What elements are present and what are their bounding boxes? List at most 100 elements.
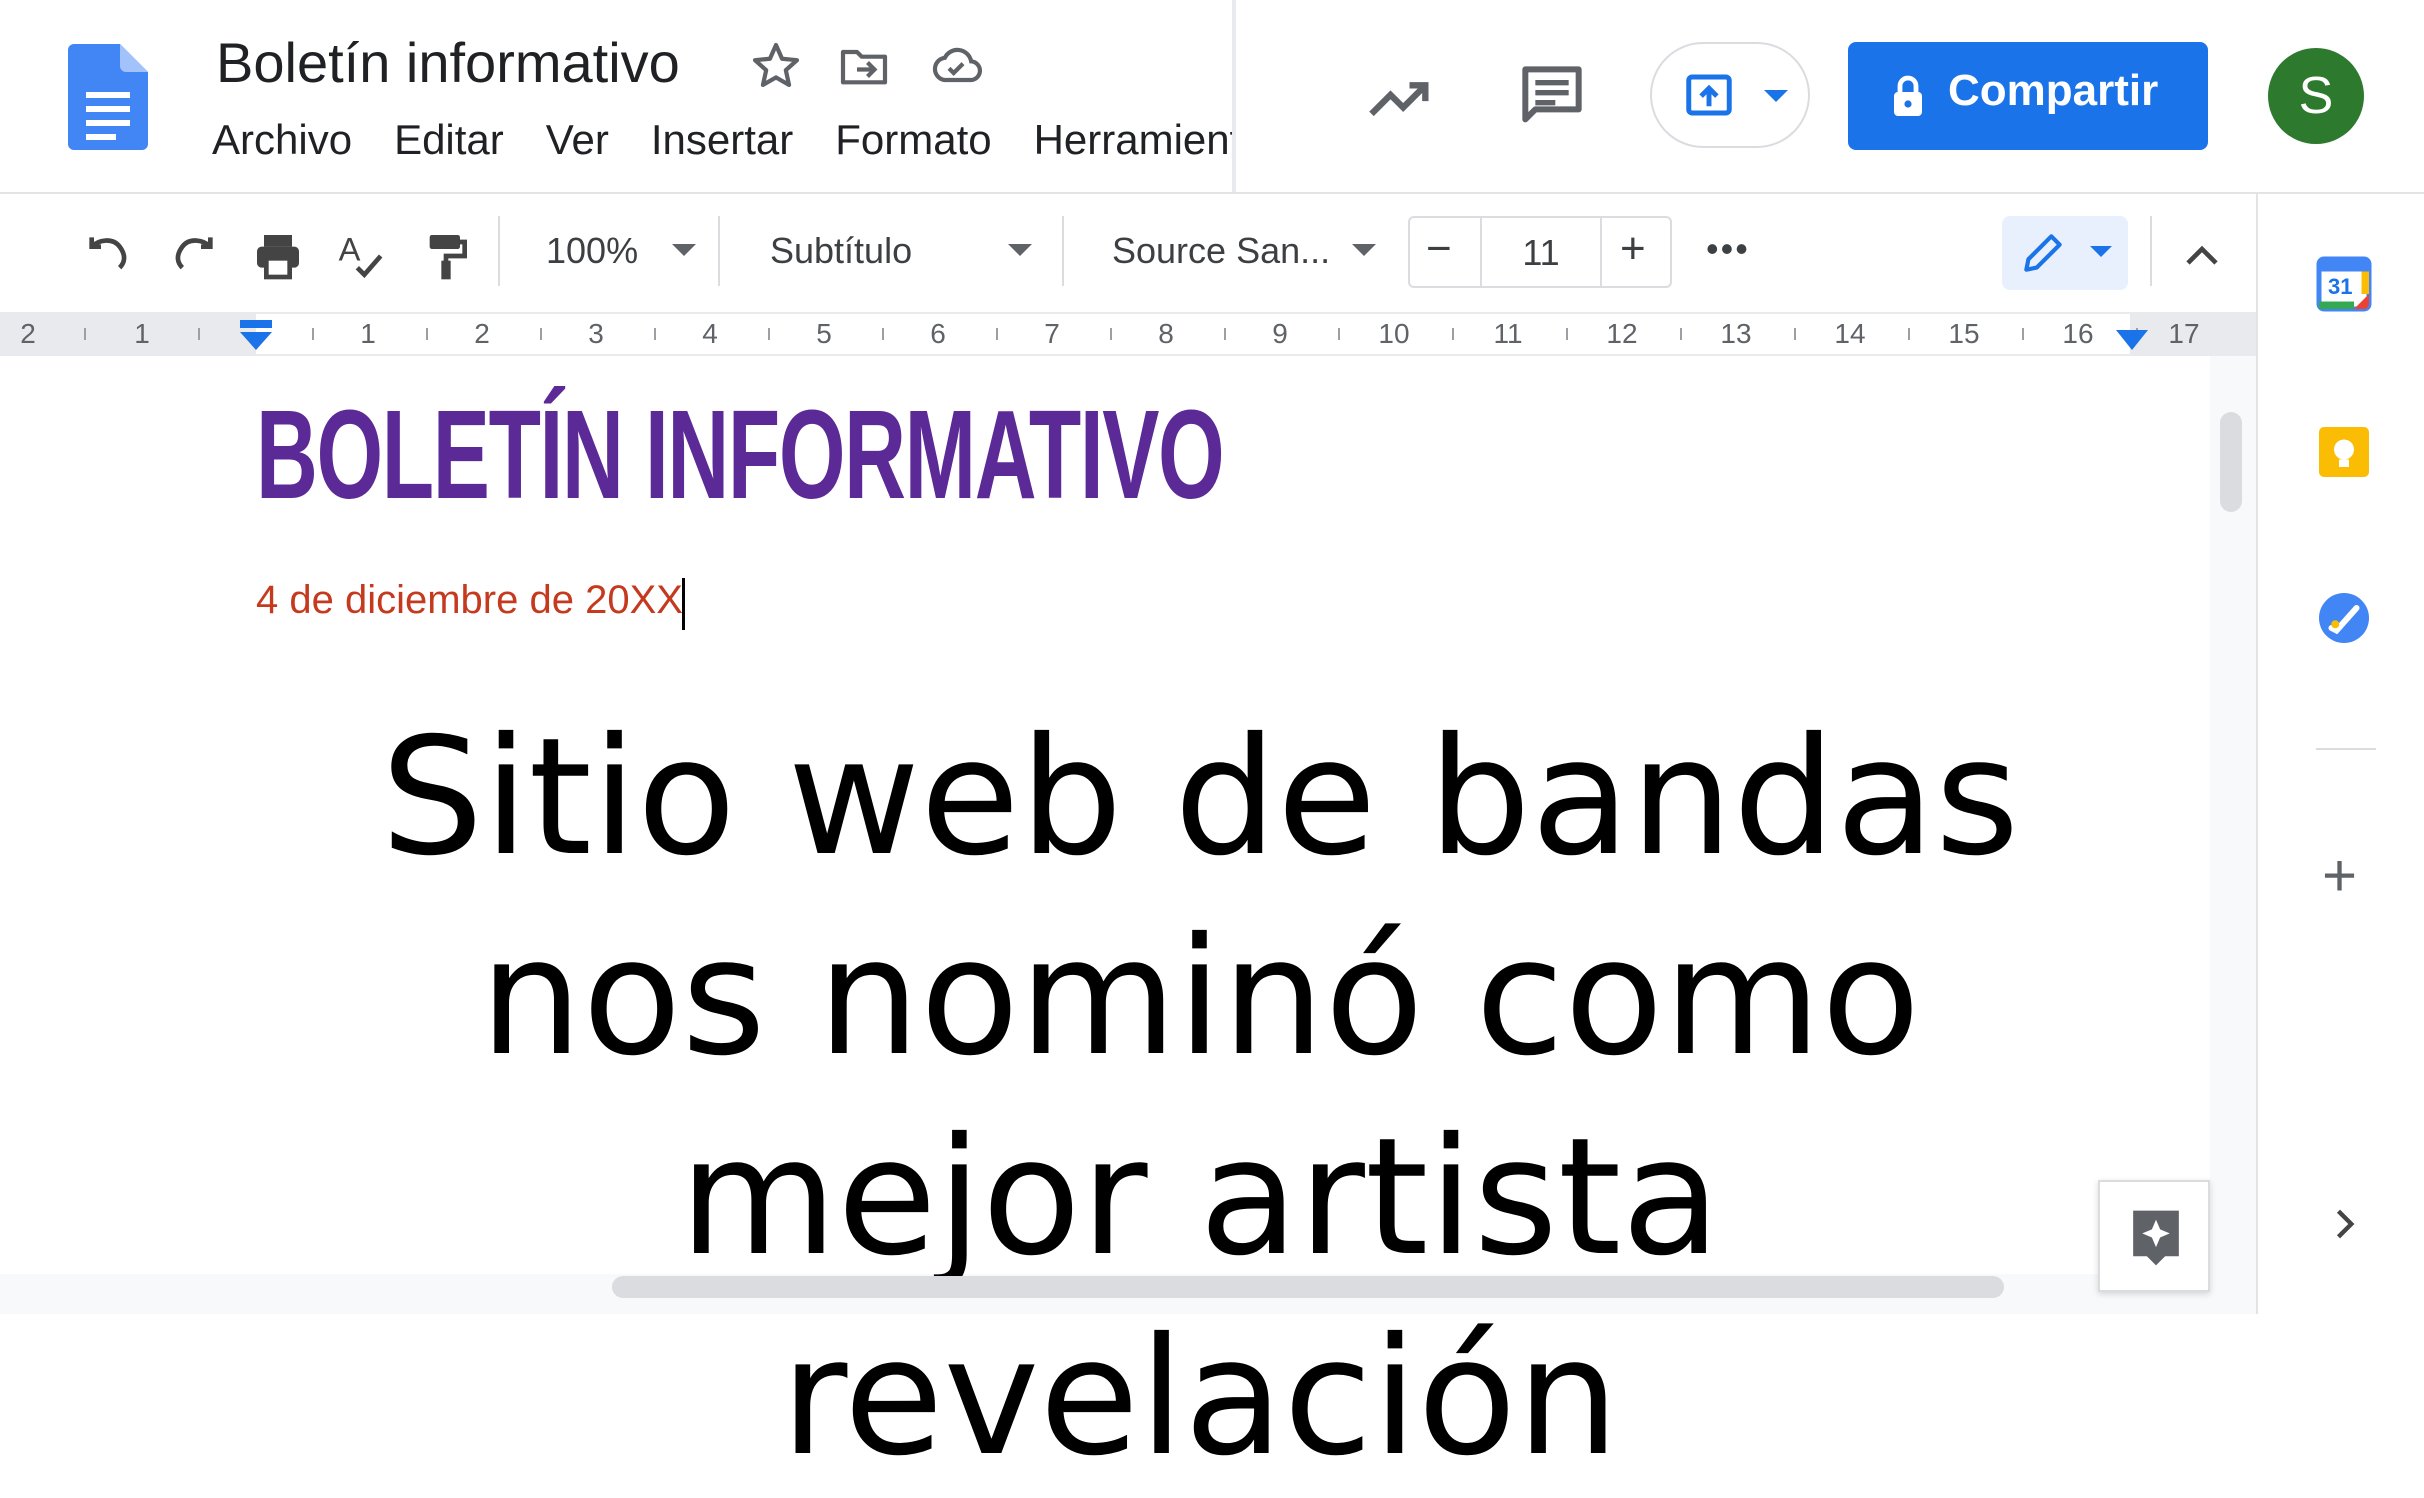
side-panel-divider [2316,748,2376,750]
horizontal-scrollbar[interactable] [612,1276,2004,1298]
collapse-icon[interactable] [2174,228,2230,284]
editing-mode-caret-icon [2090,246,2112,257]
document-page[interactable]: BOLETÍN INFORMATIVO 4 de diciembre de 20… [0,356,2210,1492]
ruler-label: 4 [702,318,718,349]
font-select[interactable]: Source San... [1112,230,1330,272]
undo-icon[interactable] [80,228,136,284]
font-caret-icon[interactable] [1352,244,1376,256]
avatar[interactable]: S [2268,48,2364,144]
ruler-label: 3 [588,318,604,349]
editing-mode-button[interactable] [2002,216,2128,290]
toolbar-separator [498,216,500,286]
document-title[interactable]: Boletín informativo [216,30,680,95]
share-label: Compartir [1948,66,2159,115]
font-size-stepper: − 11 + [1408,216,1672,288]
right-indent-marker-icon[interactable] [2114,328,2150,352]
ruler-label: 11 [1493,318,1523,349]
present-dropdown-icon[interactable] [1764,90,1788,102]
ruler-tick [2022,328,2024,340]
activity-icon[interactable] [1362,60,1438,136]
ruler-tick [996,328,998,340]
style-caret-icon[interactable] [1008,244,1032,256]
ruler-label: 1 [134,318,150,349]
svg-text:A: A [339,231,361,268]
redo-icon[interactable] [166,228,222,284]
ruler-tick [312,328,314,340]
keep-icon[interactable] [2314,422,2374,482]
menu-ver[interactable]: Ver [546,116,609,164]
ruler-tick [84,328,86,340]
calendar-icon[interactable]: 31 [2314,254,2374,314]
ruler-label: 14 [1834,318,1866,349]
ruler-tick [1224,328,1226,340]
stepper-divider [1600,218,1602,286]
ruler-tick [1338,328,1340,340]
app-header: Boletín informativo Archivo Editar Ver Inse… [0,0,2424,192]
increase-font-size-button[interactable]: + [1620,224,1646,274]
ruler-label: 7 [1044,318,1060,349]
ruler-label: 10 [1378,318,1410,349]
menu-insertar[interactable]: Insertar [651,116,793,164]
menu-bar: Archivo Editar Ver Insertar Formato Herramien… [212,116,1236,176]
ruler[interactable]: 2 1 1 2 3 4 5 6 7 8 9 10 11 12 13 14 15 … [0,312,2256,356]
ruler-tick [1680,328,1682,340]
lock-icon [1894,75,1922,116]
star-icon[interactable] [748,38,804,94]
ruler-tick [1566,328,1568,340]
share-button[interactable]: Compartir [1848,42,2208,150]
zoom-select[interactable]: 100% [546,230,638,272]
docs-logo-icon[interactable] [68,44,148,150]
zoom-caret-icon[interactable] [672,244,696,256]
plus-icon[interactable]: + [2322,846,2357,906]
ruler-tick [882,328,884,340]
ruler-tick [768,328,770,340]
decrease-font-size-button[interactable]: − [1426,224,1452,274]
tasks-icon[interactable] [2314,588,2374,648]
chevron-right-icon[interactable] [2322,1202,2366,1246]
menu-archivo[interactable]: Archivo [212,116,352,164]
newsletter-title[interactable]: BOLETÍN INFORMATIVO [256,382,1225,527]
ruler-tick [540,328,542,340]
print-icon[interactable] [250,228,306,284]
document-canvas: BOLETÍN INFORMATIVO 4 de diciembre de 20… [0,356,2256,1492]
ruler-label: 1 [360,318,376,349]
menu-herramientas[interactable]: Herramientas [1034,116,1236,164]
ruler-tick [1452,328,1454,340]
present-icon [1686,74,1732,116]
paragraph-style-select[interactable]: Subtítulo [770,230,912,272]
ruler-label: 17 [2168,318,2200,349]
calendar-day: 31 [2328,274,2353,299]
text-cursor [682,578,685,630]
newsletter-date[interactable]: 4 de diciembre de 20XX [256,578,683,623]
menu-editar[interactable]: Editar [394,116,504,164]
spellcheck-icon[interactable]: A [334,228,390,284]
explore-button[interactable] [2098,1180,2210,1292]
vertical-scrollbar[interactable] [2220,412,2242,512]
cloud-saved-icon[interactable] [928,38,984,94]
ruler-label: 8 [1158,318,1174,349]
ruler-label: 13 [1720,318,1752,349]
paint-format-icon[interactable] [418,228,474,284]
ruler-label: 2 [474,318,490,349]
toolbar: A 100% Subtítulo Source San... − 11 + ••… [0,194,2256,310]
explore-icon [2133,1210,2179,1266]
ruler-tick [426,328,428,340]
move-folder-icon[interactable] [836,38,892,94]
toolbar-separator [1062,216,1064,286]
ruler-label: 5 [816,318,832,349]
more-options-button[interactable]: ••• [1706,228,1750,270]
ruler-label: 16 [2062,318,2094,349]
ruler-tick [1794,328,1796,340]
ruler-label: 15 [1948,318,1980,349]
side-panel: 31 + [2256,194,2424,1314]
ruler-tick [1110,328,1112,340]
font-size-input[interactable]: 11 [1482,232,1600,274]
left-indent-marker-icon[interactable] [236,318,276,352]
toolbar-separator [2150,216,2152,286]
comments-icon[interactable] [1512,56,1592,136]
pencil-icon [2024,234,2062,272]
present-button[interactable] [1650,42,1810,148]
ruler-label: 2 [20,318,36,349]
menu-formato[interactable]: Formato [835,116,991,164]
headline-text[interactable]: Sitio web de bandas nos nominó como mejo… [260,698,2140,1498]
